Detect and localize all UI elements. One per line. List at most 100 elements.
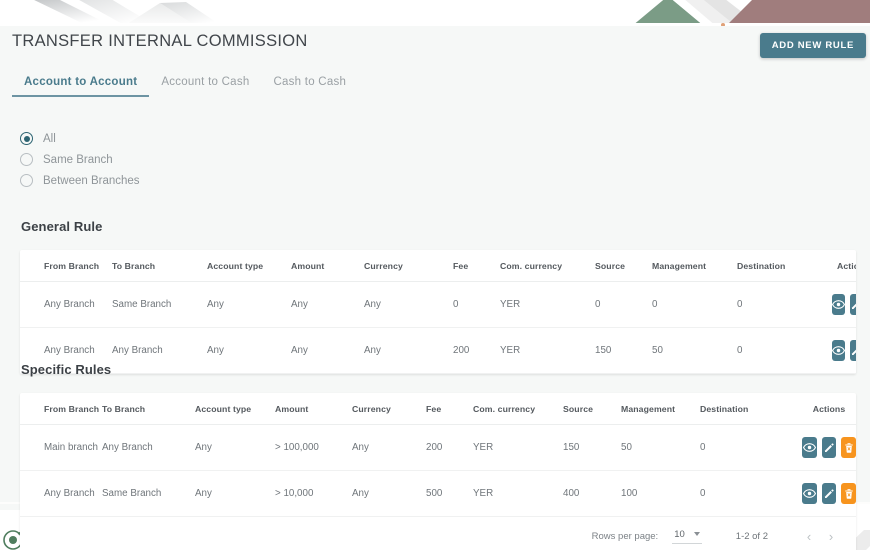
- col-fee: Fee: [426, 393, 473, 425]
- table-row: Main branch Any Branch Any > 100,000 Any…: [20, 424, 856, 471]
- edit-button[interactable]: [849, 340, 856, 361]
- chevron-down-icon: [693, 532, 700, 536]
- tab-account-to-cash[interactable]: Account to Cash: [149, 76, 261, 97]
- view-button[interactable]: [831, 294, 845, 315]
- cell-from-branch: Main branch: [20, 424, 102, 471]
- radio-label-between-branches: Between Branches: [43, 174, 140, 187]
- radio-option-same-branch[interactable]: Same Branch: [20, 149, 140, 170]
- col-amount: Amount: [291, 250, 364, 282]
- delete-button[interactable]: [841, 437, 856, 458]
- tab-account-to-account[interactable]: Account to Account: [12, 76, 150, 97]
- col-com-currency: Com. currency: [473, 393, 563, 425]
- general-rule-table-card: From Branch To Branch Account type Amoun…: [20, 250, 856, 374]
- eye-icon: [831, 300, 845, 309]
- view-button[interactable]: [802, 437, 817, 458]
- previous-page-button[interactable]: ‹: [798, 525, 820, 547]
- cell-com-currency: YER: [500, 327, 595, 374]
- col-to-branch: To Branch: [112, 250, 207, 282]
- specific-rules-table-card: From Branch To Branch Account type Amoun…: [20, 393, 856, 550]
- specific-rules-table: From Branch To Branch Account type Amoun…: [20, 393, 856, 517]
- col-account-type: Account type: [195, 393, 275, 425]
- table-row: Any Branch Same Branch Any > 10,000 Any …: [20, 470, 856, 517]
- cell-destination: 0: [737, 281, 837, 328]
- cell-amount: > 10,000: [275, 470, 352, 517]
- cell-source: 150: [563, 424, 621, 471]
- cell-amount: Any: [291, 327, 364, 374]
- specific-rules-table-body: Main branch Any Branch Any > 100,000 Any…: [20, 424, 856, 517]
- cell-fee: 500: [426, 470, 473, 517]
- cell-account-type: Any: [207, 327, 291, 374]
- decorative-top-shapes: [0, 0, 870, 26]
- col-source: Source: [563, 393, 621, 425]
- col-actions: Actions: [802, 393, 856, 425]
- cell-currency: Any: [364, 327, 453, 374]
- radio-unselected-icon: [20, 153, 33, 166]
- cell-management: 50: [652, 327, 737, 374]
- radio-label-same-branch: Same Branch: [43, 153, 113, 166]
- cell-account-type: Any: [195, 470, 275, 517]
- edit-button[interactable]: [849, 294, 856, 315]
- table-header-row: From Branch To Branch Account type Amoun…: [20, 250, 856, 282]
- cell-management: 0: [652, 281, 737, 328]
- page-title: TRANSFER INTERNAL COMMISSION: [12, 32, 308, 50]
- general-rule-table: From Branch To Branch Account type Amoun…: [20, 250, 856, 374]
- general-rule-table-body: Any Branch Same Branch Any Any Any 0 YER…: [20, 281, 856, 374]
- view-button[interactable]: [831, 340, 845, 361]
- tab-cash-to-cash[interactable]: Cash to Cash: [261, 76, 358, 97]
- cell-from-branch: Any Branch: [20, 470, 102, 517]
- cell-actions: [831, 281, 856, 328]
- col-actions: Actions: [837, 250, 856, 282]
- cell-actions: [802, 424, 856, 471]
- col-from-branch: From Branch: [20, 393, 102, 425]
- decorative-top-band: [0, 0, 870, 26]
- cell-account-type: Any: [195, 424, 275, 471]
- radio-option-between-branches[interactable]: Between Branches: [20, 170, 140, 191]
- delete-button[interactable]: [841, 483, 856, 504]
- col-currency: Currency: [364, 250, 453, 282]
- col-to-branch: To Branch: [102, 393, 195, 425]
- general-rule-heading: General Rule: [21, 219, 103, 234]
- row-actions: [831, 294, 856, 315]
- cell-com-currency: YER: [473, 470, 563, 517]
- branch-filter-radio-group: All Same Branch Between Branches: [20, 128, 140, 191]
- col-from-branch: From Branch: [20, 250, 112, 282]
- specific-rules-heading: Specific Rules: [21, 362, 112, 377]
- edit-button[interactable]: [821, 483, 837, 504]
- rows-per-page-select[interactable]: 10: [672, 529, 702, 544]
- radio-option-all[interactable]: All: [20, 128, 140, 149]
- row-actions: [802, 437, 856, 458]
- cell-to-branch: Any Branch: [102, 424, 195, 471]
- rows-per-page-value: 10: [674, 528, 685, 540]
- pencil-icon: [851, 348, 856, 355]
- col-management: Management: [621, 393, 700, 425]
- cell-com-currency: YER: [500, 281, 595, 328]
- radio-unselected-icon: [20, 174, 33, 187]
- general-rule-table-head: From Branch To Branch Account type Amoun…: [20, 250, 856, 282]
- eye-icon: [802, 489, 816, 498]
- row-actions: [802, 483, 856, 504]
- col-account-type: Account type: [207, 250, 291, 282]
- cell-to-branch: Same Branch: [102, 470, 195, 517]
- cell-currency: Any: [352, 424, 426, 471]
- cell-source: 150: [595, 327, 652, 374]
- radio-label-all: All: [43, 132, 56, 145]
- eye-icon: [802, 443, 816, 452]
- col-destination: Destination: [737, 250, 837, 282]
- cell-amount: Any: [291, 281, 364, 328]
- eye-icon: [831, 346, 845, 355]
- view-button[interactable]: [802, 483, 817, 504]
- next-page-button[interactable]: ›: [820, 525, 842, 547]
- cell-fee: 200: [426, 424, 473, 471]
- add-new-rule-button[interactable]: ADD NEW RULE: [759, 33, 866, 58]
- cell-from-branch: Any Branch: [20, 281, 112, 328]
- cell-management: 100: [621, 470, 700, 517]
- col-com-currency: Com. currency: [500, 250, 595, 282]
- cell-source: 0: [595, 281, 652, 328]
- cell-amount: > 100,000: [275, 424, 352, 471]
- trash-icon: [844, 442, 853, 453]
- rows-per-page-label: Rows per page:: [591, 530, 659, 542]
- col-currency: Currency: [352, 393, 426, 425]
- cell-account-type: Any: [207, 281, 291, 328]
- edit-button[interactable]: [821, 437, 837, 458]
- table-row: Any Branch Same Branch Any Any Any 0 YER…: [20, 281, 856, 328]
